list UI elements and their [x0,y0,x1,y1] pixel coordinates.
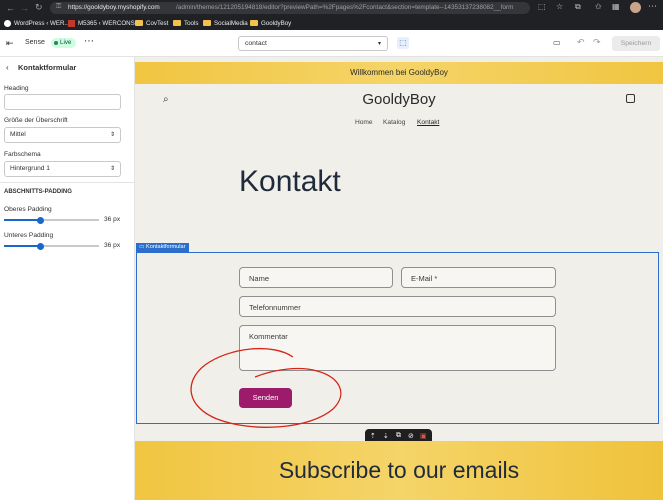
url-path: /admin/themes/121205194818/editor?previe… [176,4,514,11]
size-select-value: Mittel [10,131,26,138]
bookmark-label: WordPress ‹ WER... [14,19,70,27]
exit-editor-icon[interactable]: ⇤ [6,38,14,49]
back-chevron-icon[interactable]: ‹ [6,63,9,72]
storefront-preview: Willkommen bei GooldyBoy ⌕ GooldyBoy Hom… [135,57,663,500]
bottom-padding-slider[interactable] [4,242,99,250]
folder-icon [250,20,258,26]
bookmark-star-icon[interactable]: ☆ [556,2,563,11]
browser-toolbar: ← → ↻ ⚿ https://gooldyboy.myshopify.com … [0,0,663,16]
duplicate-icon[interactable]: ⧉ [396,432,401,440]
profile-avatar[interactable] [630,2,641,13]
settings-sidebar: ‹ Kontaktformular Heading Größe der Über… [0,57,135,500]
bookmark-label: M5365 ‹ WERCONS [78,19,135,27]
save-button[interactable]: Speichern [612,36,660,51]
bookmark-covtest[interactable]: CovTest [135,18,168,28]
bookmark-label: SocialMedia [214,19,248,27]
favorites-icon[interactable]: ✩ [595,2,602,11]
folder-icon [135,20,143,26]
folder-icon [203,20,211,26]
padding-section-header: ABSCHNITTS-PADDING [4,189,72,195]
extensions-icon[interactable]: ⬚ [538,2,546,11]
size-select[interactable]: Mittel ⇕ [4,127,121,143]
scheme-select[interactable]: Hintergrund 1 ⇕ [4,161,121,177]
bookmark-label: Tools [184,19,199,27]
lock-icon: ⚿ [56,3,62,10]
sidebar-title: Kontaktformular [18,63,77,72]
bottom-padding-value: 36 px [104,242,121,249]
live-badge-label: Live [60,39,72,46]
undo-icon[interactable]: ↶ [577,37,585,48]
trash-icon[interactable]: ▣ [420,432,427,440]
slider-fill [4,219,40,221]
bookmark-m5365[interactable]: M5365 ‹ WERCONS [68,18,135,28]
divider [0,182,135,183]
slider-fill [4,245,40,247]
scheme-label: Farbschema [4,151,41,158]
wordpress-icon [4,19,11,27]
select-arrows-icon: ⇕ [109,166,115,172]
top-padding-value: 36 px [104,216,121,223]
top-padding-label: Oberes Padding [4,206,52,213]
move-up-icon[interactable]: ⇡ [370,432,376,440]
chevron-down-icon: ▾ [377,41,381,47]
select-arrows-icon: ⇕ [109,132,115,138]
theme-name: Sense [25,39,45,46]
top-padding-slider[interactable] [4,216,99,224]
bookmark-tools[interactable]: Tools [173,18,198,28]
live-badge: Live [51,38,77,48]
hide-icon[interactable]: ⊘ [408,432,414,440]
live-dot-icon [54,41,58,45]
move-down-icon[interactable]: ⇣ [383,432,389,440]
bookmark-label: GooldyBoy [261,19,292,27]
url-host: https://gooldyboy.myshopify.com [68,4,160,11]
bookmark-socialmedia[interactable]: SocialMedia [203,18,248,28]
editor-topbar: ⇤ Sense Live ⋯ contact ▾ ⬚ ▭ ↶ ↷ Speiche… [0,30,663,57]
newsletter-heading: Subscribe to our emails [278,457,520,483]
size-label: Größe der Überschrift [4,117,68,124]
address-bar[interactable]: ⚿ https://gooldyboy.myshopify.com /admin… [50,2,530,14]
more-menu-icon[interactable]: ⋯ [648,1,657,12]
bookmark-wordpress[interactable]: WordPress ‹ WER... [4,18,70,28]
bookmarks-bar: WordPress ‹ WER... M5365 ‹ WERCONS CovTe… [0,16,663,30]
bookmark-label: CovTest [146,19,169,27]
collections-icon[interactable]: ▦ [612,2,620,11]
bottom-padding-label: Unteres Padding [4,232,54,239]
scheme-select-value: Hintergrund 1 [10,165,50,172]
tab-actions-icon[interactable]: ⧉ [575,2,581,12]
redo-icon[interactable]: ↷ [593,37,601,48]
back-arrow-icon[interactable]: ← [6,3,15,13]
desktop-view-icon[interactable]: ▭ [553,38,561,47]
newsletter-section: Subscribe to our emails [135,441,663,500]
m-logo-icon [68,19,75,27]
page-select[interactable]: contact ▾ [238,36,388,51]
slider-handle[interactable] [37,216,44,224]
inspector-icon[interactable]: ⬚ [397,37,409,49]
reload-icon[interactable]: ↻ [35,2,43,13]
heading-label: Heading [4,85,29,92]
heading-input[interactable] [4,94,121,110]
folder-icon [173,20,181,26]
page-select-value: contact [245,40,267,47]
bookmark-gooldyboy[interactable]: GooldyBoy [250,18,291,28]
more-actions-icon[interactable]: ⋯ [84,36,94,47]
forward-arrow-icon[interactable]: → [20,3,29,13]
slider-handle[interactable] [37,242,44,250]
